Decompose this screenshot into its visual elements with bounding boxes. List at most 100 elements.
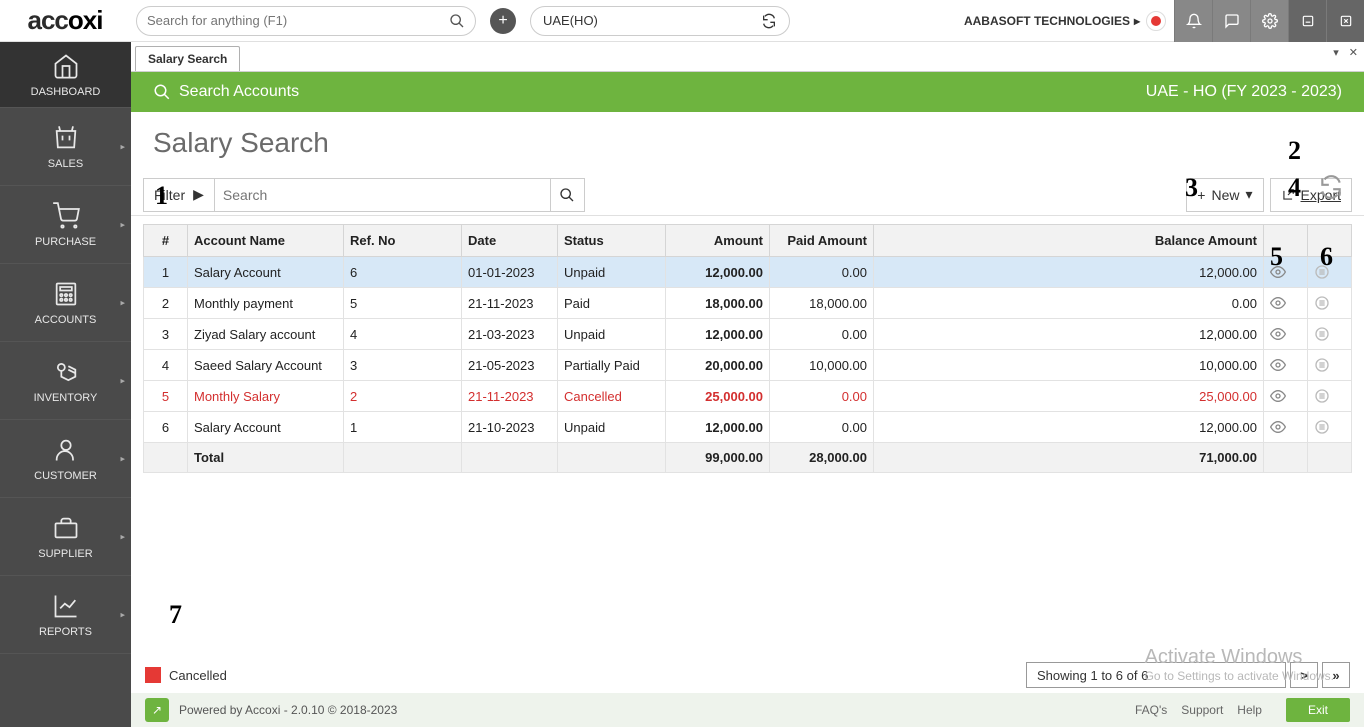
th-date[interactable]: Date bbox=[462, 225, 558, 257]
table-row[interactable]: 4Saeed Salary Account321-05-2023Partiall… bbox=[144, 350, 1352, 381]
cell-balance: 0.00 bbox=[874, 288, 1264, 319]
exit-button[interactable]: Exit bbox=[1286, 698, 1350, 722]
row-menu-icon[interactable] bbox=[1308, 319, 1352, 350]
filter-row: Filter ▶ + New ▾ Export bbox=[131, 174, 1364, 216]
faq-link[interactable]: FAQ's bbox=[1135, 703, 1167, 717]
refresh-icon[interactable] bbox=[1318, 174, 1344, 200]
sidebar-item-customer[interactable]: CUSTOMER▸ bbox=[0, 420, 131, 498]
sidebar-item-inventory[interactable]: INVENTORY▸ bbox=[0, 342, 131, 420]
view-icon[interactable] bbox=[1264, 412, 1308, 443]
branch-label: UAE(HO) bbox=[543, 13, 598, 28]
cell-paid: 18,000.00 bbox=[770, 288, 874, 319]
page-title: Salary Search bbox=[153, 127, 329, 159]
branch-selector[interactable]: UAE(HO) bbox=[530, 6, 790, 36]
th-status[interactable]: Status bbox=[558, 225, 666, 257]
cell-balance: 25,000.00 bbox=[874, 381, 1264, 412]
row-menu-icon[interactable] bbox=[1308, 381, 1352, 412]
th-num[interactable]: # bbox=[144, 225, 188, 257]
filter-search-input[interactable] bbox=[215, 187, 550, 203]
filter-search-button[interactable] bbox=[550, 179, 584, 211]
cell-date: 21-11-2023 bbox=[462, 381, 558, 412]
total-row: Total 99,000.00 28,000.00 71,000.00 bbox=[144, 443, 1352, 473]
alert-indicator[interactable] bbox=[1146, 11, 1166, 31]
cell-num: 2 bbox=[144, 288, 188, 319]
logo: accoxi bbox=[0, 5, 130, 36]
th-action bbox=[1308, 225, 1352, 257]
cell-account: Salary Account bbox=[188, 257, 344, 288]
help-link[interactable]: Help bbox=[1237, 703, 1262, 717]
cell-num: 3 bbox=[144, 319, 188, 350]
table-row[interactable]: 5Monthly Salary221-11-2023Cancelled25,00… bbox=[144, 381, 1352, 412]
add-button[interactable]: + bbox=[490, 8, 516, 34]
cell-ref: 3 bbox=[344, 350, 462, 381]
cell-date: 21-10-2023 bbox=[462, 412, 558, 443]
cell-paid: 0.00 bbox=[770, 319, 874, 350]
gear-icon[interactable] bbox=[1250, 0, 1288, 42]
pager: Showing 1 to 6 of 6 > » bbox=[1026, 662, 1350, 688]
support-link[interactable]: Support bbox=[1181, 703, 1223, 717]
cell-date: 01-01-2023 bbox=[462, 257, 558, 288]
sidebar-item-sales[interactable]: SALES▸ bbox=[0, 108, 131, 186]
minimize-icon[interactable] bbox=[1288, 0, 1326, 42]
cell-status: Partially Paid bbox=[558, 350, 666, 381]
th-ref[interactable]: Ref. No bbox=[344, 225, 462, 257]
filter-search[interactable] bbox=[215, 178, 585, 212]
close-window-icon[interactable] bbox=[1326, 0, 1364, 42]
pager-last[interactable]: » bbox=[1322, 662, 1350, 688]
th-amount[interactable]: Amount bbox=[666, 225, 770, 257]
cell-account: Saeed Salary Account bbox=[188, 350, 344, 381]
content: Salary Search ▾ ✕ Search Accounts UAE - … bbox=[131, 42, 1364, 727]
view-icon[interactable] bbox=[1264, 319, 1308, 350]
fiscal-year-label: UAE - HO (FY 2023 - 2023) bbox=[1146, 83, 1342, 101]
tab-controls: ▾ ✕ bbox=[1333, 46, 1358, 59]
view-icon[interactable] bbox=[1264, 350, 1308, 381]
chat-icon[interactable] bbox=[1212, 0, 1250, 42]
global-search-input[interactable] bbox=[147, 13, 449, 28]
row-menu-icon[interactable] bbox=[1308, 350, 1352, 381]
cell-ref: 1 bbox=[344, 412, 462, 443]
cell-paid: 0.00 bbox=[770, 257, 874, 288]
brand-badge-icon: ↗ bbox=[145, 698, 169, 722]
company-menu[interactable]: AABASOFT TECHNOLOGIES▸ bbox=[964, 14, 1140, 28]
row-menu-icon[interactable] bbox=[1308, 288, 1352, 319]
sidebar-item-dashboard[interactable]: DASHBOARD bbox=[0, 42, 131, 108]
filter-button[interactable]: Filter ▶ bbox=[143, 178, 215, 212]
cell-date: 21-05-2023 bbox=[462, 350, 558, 381]
cell-ref: 5 bbox=[344, 288, 462, 319]
cancelled-color-icon bbox=[145, 667, 161, 683]
cell-balance: 12,000.00 bbox=[874, 412, 1264, 443]
chevron-right-icon: ▶ bbox=[193, 186, 204, 203]
table-row[interactable]: 6Salary Account121-10-2023Unpaid12,000.0… bbox=[144, 412, 1352, 443]
cell-status: Unpaid bbox=[558, 319, 666, 350]
table-row[interactable]: 2Monthly payment521-11-2023Paid18,000.00… bbox=[144, 288, 1352, 319]
tab-close-icon[interactable]: ✕ bbox=[1349, 46, 1358, 59]
row-menu-icon[interactable] bbox=[1308, 412, 1352, 443]
th-paid[interactable]: Paid Amount bbox=[770, 225, 874, 257]
global-search[interactable] bbox=[136, 6, 476, 36]
view-icon[interactable] bbox=[1264, 257, 1308, 288]
th-balance[interactable]: Balance Amount bbox=[874, 225, 1264, 257]
table-row[interactable]: 3Ziyad Salary account421-03-2023Unpaid12… bbox=[144, 319, 1352, 350]
sidebar-item-reports[interactable]: REPORTS▸ bbox=[0, 576, 131, 654]
tab-salary-search[interactable]: Salary Search bbox=[135, 46, 240, 71]
cell-date: 21-03-2023 bbox=[462, 319, 558, 350]
row-menu-icon[interactable] bbox=[1308, 257, 1352, 288]
sidebar-item-supplier[interactable]: SUPPLIER▸ bbox=[0, 498, 131, 576]
topbar-actions bbox=[1174, 0, 1364, 42]
view-icon[interactable] bbox=[1264, 288, 1308, 319]
export-icon bbox=[1281, 188, 1295, 202]
sidebar-item-purchase[interactable]: PURCHASE▸ bbox=[0, 186, 131, 264]
table-row[interactable]: 1Salary Account601-01-2023Unpaid12,000.0… bbox=[144, 257, 1352, 288]
bell-icon[interactable] bbox=[1174, 0, 1212, 42]
cell-date: 21-11-2023 bbox=[462, 288, 558, 319]
plus-icon: + bbox=[1197, 187, 1205, 203]
cell-amount: 12,000.00 bbox=[666, 319, 770, 350]
sidebar-item-accounts[interactable]: ACCOUNTS▸ bbox=[0, 264, 131, 342]
pager-next[interactable]: > bbox=[1290, 662, 1318, 688]
cell-status: Cancelled bbox=[558, 381, 666, 412]
cell-num: 6 bbox=[144, 412, 188, 443]
new-button[interactable]: + New ▾ bbox=[1186, 178, 1263, 212]
th-account[interactable]: Account Name bbox=[188, 225, 344, 257]
tab-dropdown-icon[interactable]: ▾ bbox=[1333, 46, 1339, 59]
view-icon[interactable] bbox=[1264, 381, 1308, 412]
